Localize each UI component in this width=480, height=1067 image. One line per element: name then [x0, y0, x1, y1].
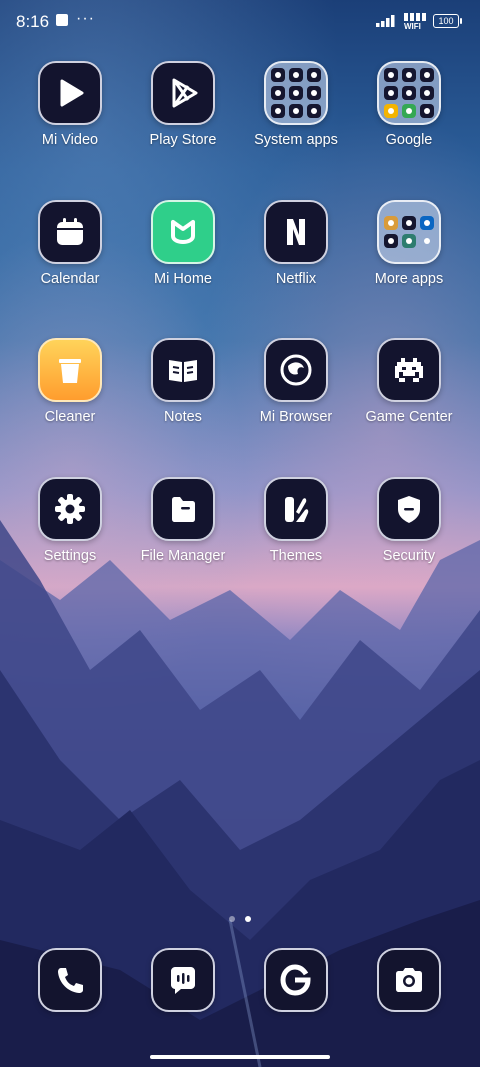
- play-store-icon: [151, 61, 215, 125]
- app-file-manager[interactable]: File Manager: [127, 477, 239, 564]
- app-label: File Manager: [140, 548, 226, 564]
- notification-icon: [56, 14, 68, 26]
- app-game-center[interactable]: Game Center: [353, 338, 465, 425]
- home-gesture-bar[interactable]: [150, 1055, 330, 1059]
- page-dot[interactable]: [229, 916, 235, 922]
- app-folder-google[interactable]: Google: [353, 61, 465, 148]
- app-label: Cleaner: [44, 409, 96, 425]
- page-indicator: [0, 909, 480, 927]
- gear-icon: [38, 477, 102, 541]
- network-label: WIFI: [404, 22, 421, 31]
- app-security[interactable]: Security: [353, 477, 465, 564]
- app-label: Mi Video: [41, 132, 99, 148]
- app-play-store[interactable]: Play Store: [127, 61, 239, 148]
- app-folder-more-apps[interactable]: More apps: [353, 200, 465, 287]
- app-mi-video[interactable]: Mi Video: [14, 61, 126, 148]
- app-label: Game Center: [365, 409, 453, 425]
- app-label: Google: [385, 132, 433, 148]
- file-icon: [151, 477, 215, 541]
- app-cleaner[interactable]: Cleaner: [14, 338, 126, 425]
- wifi-signal-icon: [404, 13, 426, 21]
- app-label: Netflix: [275, 271, 317, 287]
- app-mi-home[interactable]: Mi Home: [127, 200, 239, 287]
- dock-phone[interactable]: [14, 948, 126, 1012]
- camera-icon: [377, 948, 441, 1012]
- themes-icon: [264, 477, 328, 541]
- mi-home-icon: [151, 200, 215, 264]
- google-g-icon: [264, 948, 328, 1012]
- play-icon: [38, 61, 102, 125]
- app-folder-system-apps[interactable]: System apps: [240, 61, 352, 148]
- shield-icon: [377, 477, 441, 541]
- clock: 8:16: [16, 12, 50, 31]
- cellular-signal-icon: [376, 15, 395, 27]
- page-dot-active[interactable]: [245, 916, 251, 922]
- app-themes[interactable]: Themes: [240, 477, 352, 564]
- app-notes[interactable]: Notes: [127, 338, 239, 425]
- folder-icon: [264, 61, 328, 125]
- app-label: System apps: [254, 132, 338, 148]
- battery-icon: 100: [433, 14, 462, 28]
- app-mi-browser[interactable]: Mi Browser: [240, 338, 352, 425]
- app-settings[interactable]: Settings: [14, 477, 126, 564]
- netflix-icon: [264, 200, 328, 264]
- app-label: Settings: [43, 548, 97, 564]
- app-label: Mi Browser: [259, 409, 333, 425]
- book-icon: [151, 338, 215, 402]
- dock-camera[interactable]: [353, 948, 465, 1012]
- app-label: Mi Home: [153, 271, 212, 287]
- app-label: Calendar: [40, 271, 100, 287]
- more-notifications-icon: ···: [76, 10, 95, 27]
- status-bar: 8:16 ··· WIFI 100: [0, 0, 480, 44]
- app-label: Notes: [164, 409, 202, 425]
- dock-messages[interactable]: [127, 948, 239, 1012]
- app-label: Play Store: [149, 132, 217, 148]
- app-calendar[interactable]: Calendar: [14, 200, 126, 287]
- trash-icon: [38, 338, 102, 402]
- globe-icon: [264, 338, 328, 402]
- folder-icon: [377, 61, 441, 125]
- dock-google-search[interactable]: [240, 948, 352, 1012]
- phone-icon: [38, 948, 102, 1012]
- app-label: More apps: [374, 271, 444, 287]
- folder-icon: [377, 200, 441, 264]
- calendar-icon: [38, 200, 102, 264]
- app-label: Themes: [269, 548, 323, 564]
- invader-icon: [377, 338, 441, 402]
- app-netflix[interactable]: Netflix: [240, 200, 352, 287]
- app-label: Security: [382, 548, 436, 564]
- message-icon: [151, 948, 215, 1012]
